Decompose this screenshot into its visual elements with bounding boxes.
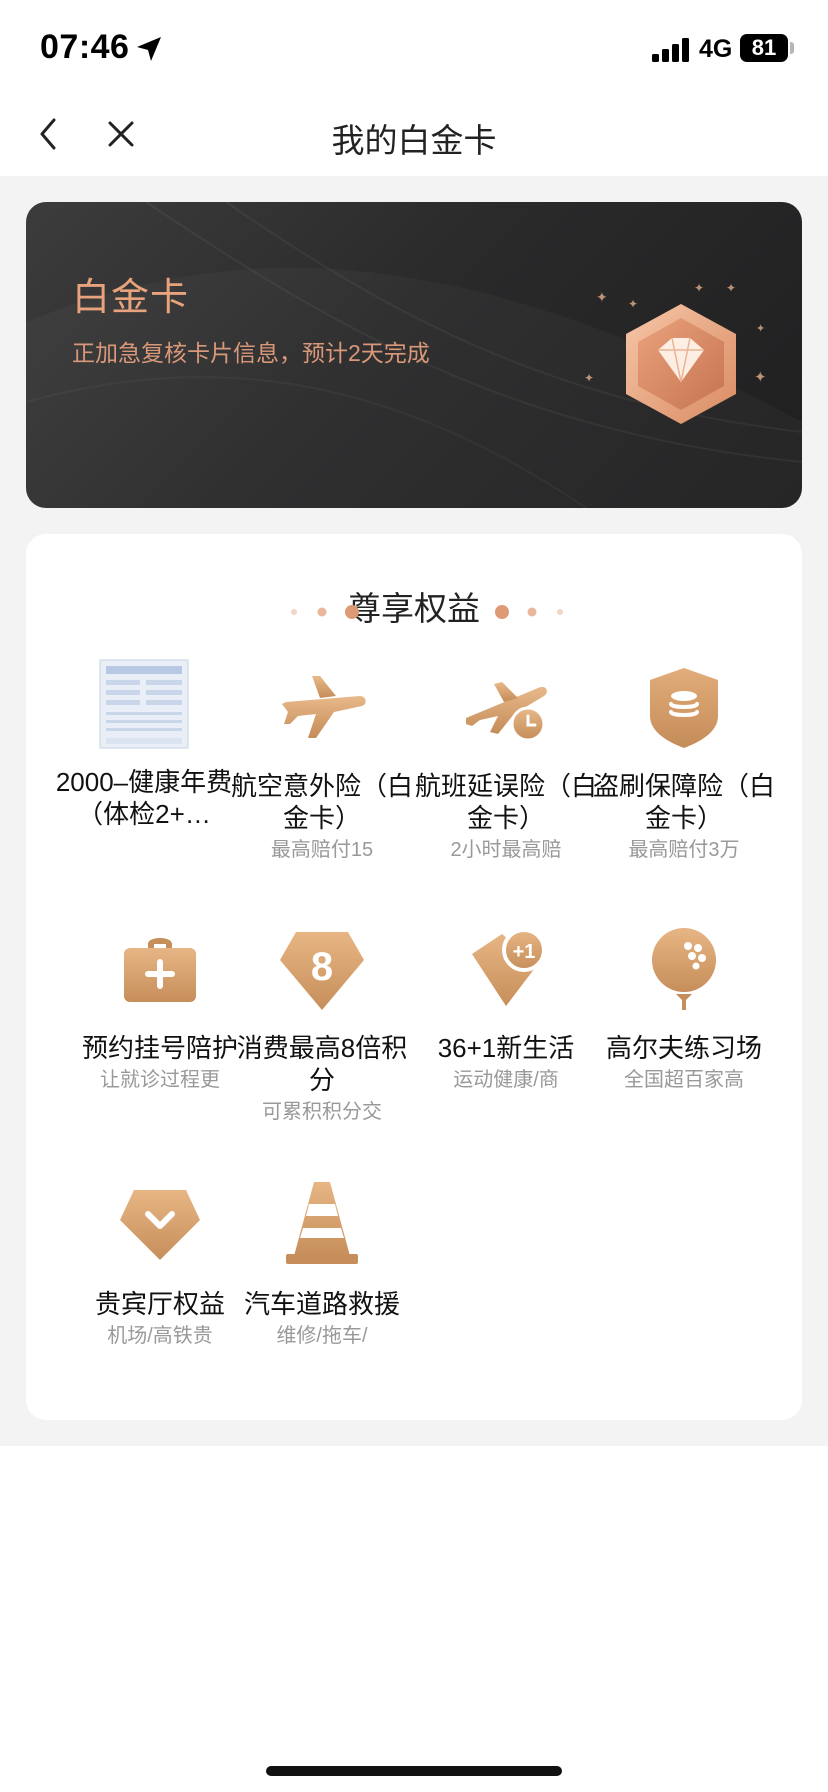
- medical-kit-icon: [124, 938, 196, 1002]
- status-time: 07:46: [40, 28, 130, 66]
- benefit-flight-delay-insurance[interactable]: 航班延误险（白金卡） 2小时最高赔: [414, 658, 598, 864]
- benefit-label: 2000–健康年费（体检2+…: [55, 767, 233, 829]
- svg-text:✦: ✦: [726, 281, 736, 295]
- benefit-fraud-protection[interactable]: 盗刷保障险（白金卡） 最高赔付3万: [592, 658, 776, 864]
- benefit-new-life[interactable]: +1 36+1新生活 运动健康/商: [414, 920, 598, 1094]
- battery-tip: [790, 42, 794, 54]
- benefit-sub: 机场/高铁贵: [107, 1325, 213, 1347]
- benefit-roadside-assistance[interactable]: 汽车道路救援 维修/拖车/: [230, 1176, 414, 1350]
- benefit-label: 航空意外险（白金卡）: [230, 771, 413, 833]
- benefit-label: 汽车道路救援: [243, 1289, 400, 1319]
- signal-bars-icon: [652, 38, 689, 62]
- benefit-label: 36+1新生活: [437, 1033, 575, 1063]
- home-indicator[interactable]: [266, 1766, 562, 1776]
- benefit-air-accident-insurance[interactable]: 航空意外险（白金卡） 最高赔付15: [230, 658, 414, 864]
- status-bar: 07:46 4G 81: [0, 0, 828, 100]
- svg-text:8: 8: [311, 945, 333, 989]
- diamond-hexagon-icon: ✦ ✦ ✦ ✦ ✦ ✦ ✦: [584, 281, 767, 424]
- benefit-sub: 可累积积分交: [262, 1101, 382, 1123]
- benefit-sub: 运动健康/商: [453, 1069, 559, 1091]
- traffic-cone-icon: [286, 1182, 358, 1264]
- benefit-health-fee[interactable]: 2000–健康年费（体检2+…: [52, 658, 236, 830]
- decorative-dots-left: [291, 605, 359, 619]
- tag-plus-one-icon: +1: [472, 928, 546, 1006]
- benefit-label: 航班延误险（白金卡）: [414, 771, 597, 833]
- points-8-icon: 8: [280, 932, 364, 1010]
- network-label: 4G: [699, 35, 733, 63]
- benefit-8x-points[interactable]: 8 消费最高8倍积分 可累积积分交: [230, 920, 414, 1126]
- svg-text:✦: ✦: [694, 281, 704, 295]
- document-thumbnail-icon: [99, 659, 189, 749]
- svg-text:✦: ✦: [756, 322, 765, 335]
- card-title: 白金卡: [72, 277, 190, 319]
- benefit-sub: 2小时最高赔: [450, 839, 562, 861]
- svg-text:✦: ✦: [596, 290, 608, 306]
- airplane-icon: [282, 676, 366, 738]
- shield-coins-icon: [650, 668, 718, 748]
- benefit-vip-lounge[interactable]: 贵宾厅权益 机场/高铁贵: [68, 1176, 252, 1350]
- benefit-label: 高尔夫练习场: [605, 1033, 762, 1063]
- svg-text:✦: ✦: [584, 371, 594, 385]
- decorative-dots-right: [495, 605, 563, 619]
- benefit-label: 贵宾厅权益: [94, 1289, 225, 1319]
- benefit-sub: 最高赔付15: [270, 839, 374, 861]
- benefit-sub: 维修/拖车/: [276, 1325, 368, 1347]
- vip-diamond-icon: [120, 1190, 200, 1260]
- benefit-label: 消费最高8倍积分: [236, 1033, 408, 1095]
- battery-icon: 81: [740, 34, 788, 62]
- benefit-sub: 让就诊过程更: [100, 1069, 220, 1091]
- benefit-sub: 全国超百家高: [624, 1069, 744, 1091]
- svg-text:+1: +1: [513, 941, 536, 963]
- svg-text:✦: ✦: [628, 297, 638, 311]
- golf-ball-icon: [652, 928, 716, 1010]
- benefits-header: 尊享权益: [26, 584, 802, 644]
- benefit-label: 盗刷保障险（白金卡）: [592, 771, 775, 833]
- nav-bar: 我的白金卡: [0, 100, 828, 176]
- location-arrow-icon: [137, 37, 161, 61]
- page-title: 我的白金卡: [331, 122, 497, 159]
- benefits-panel: 尊享权益 2000–健康年费（体检2+… 航空意外险（白金卡） 最高赔付15 航…: [26, 534, 802, 1420]
- benefit-label: 预约挂号陪护: [81, 1033, 238, 1063]
- plane-clock-icon: [466, 682, 547, 742]
- card-status-text: 正加急复核卡片信息，预计2天完成: [72, 340, 430, 366]
- benefit-sub: 最高赔付3万: [628, 839, 740, 861]
- benefit-golf-range[interactable]: 高尔夫练习场 全国超百家高: [592, 920, 776, 1094]
- svg-text:✦: ✦: [754, 368, 767, 386]
- benefit-appointment-escort[interactable]: 预约挂号陪护 让就诊过程更: [68, 920, 252, 1094]
- platinum-card[interactable]: 白金卡 正加急复核卡片信息，预计2天完成 ✦ ✦ ✦ ✦ ✦ ✦ ✦: [26, 202, 802, 508]
